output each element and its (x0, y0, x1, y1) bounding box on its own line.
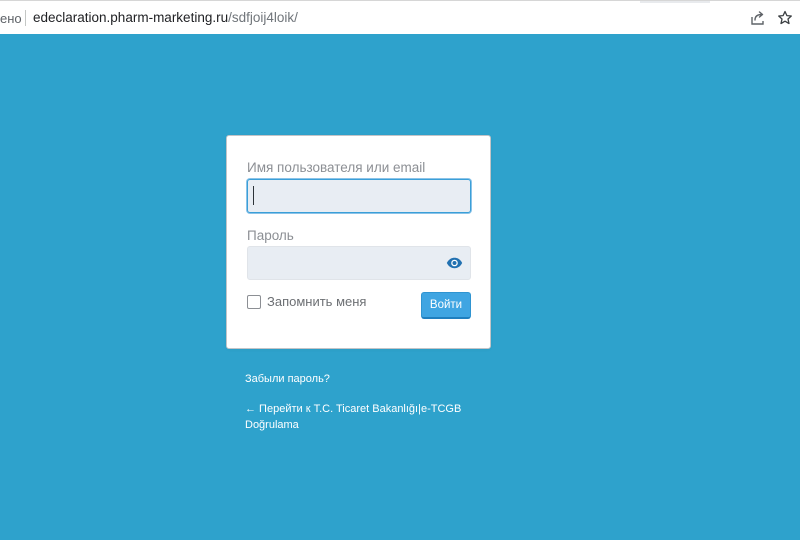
url-host: edeclaration.pharm-marketing.ru (33, 10, 229, 25)
star-icon[interactable] (776, 9, 794, 27)
username-input[interactable] (247, 179, 471, 213)
back-to-site-link[interactable]: ← Перейти к T.C. Ticaret Bakanlığı|e-TCG… (245, 401, 465, 433)
password-label: Пароль (247, 228, 294, 243)
remember-me-row[interactable]: Запомнить меня (247, 294, 366, 309)
login-form: Имя пользователя или email Пароль Запомн… (226, 135, 491, 349)
url-path: /sdfjoij4loik/ (228, 10, 298, 25)
tab-strip (0, 1, 800, 3)
login-submit-button[interactable]: Войти (421, 292, 471, 319)
password-input[interactable] (247, 246, 471, 280)
security-status-label[interactable]: ено (0, 11, 22, 26)
browser-address-bar: ено edeclaration.pharm-marketing.ru/sdfj… (0, 0, 800, 34)
text-cursor (253, 186, 254, 205)
url-divider (25, 10, 26, 26)
username-label: Имя пользователя или email (247, 160, 426, 175)
share-icon[interactable] (749, 9, 767, 27)
lost-password-link[interactable]: Забыли пароль? (245, 371, 330, 387)
url-field[interactable]: edeclaration.pharm-marketing.ru/sdfjoij4… (33, 10, 298, 25)
remember-me-checkbox[interactable] (247, 294, 261, 309)
show-password-eye-icon[interactable] (443, 253, 465, 273)
remember-me-label[interactable]: Запомнить меня (267, 294, 366, 309)
